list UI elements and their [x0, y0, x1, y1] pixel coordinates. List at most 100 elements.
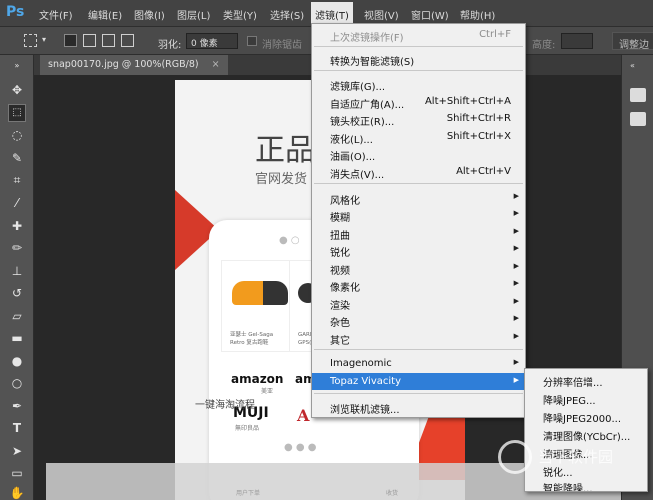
collapse-icon[interactable]: » [9, 58, 25, 74]
brand-logo: amazon [231, 372, 284, 386]
submenu-resolution-doubler[interactable]: 分辨率倍增... [525, 371, 647, 389]
add-to-selection-icon[interactable] [83, 34, 96, 47]
new-selection-icon[interactable] [64, 34, 77, 47]
menu-edit[interactable]: 编辑(E) [88, 7, 122, 22]
refine-edge-button[interactable]: 调整边 [612, 32, 653, 51]
menu-liquify[interactable]: 液化(L)... Shift+Ctrl+X [312, 128, 525, 146]
carousel-dots: ● ● ● [284, 442, 317, 453]
flow-step-label: 用户下单 [236, 490, 261, 497]
menu-topaz-vivacity[interactable]: Topaz Vivacity ▶ [312, 373, 525, 390]
dodge-tool-icon[interactable]: ○ [9, 375, 25, 391]
carousel-dots: ● ○ [279, 235, 300, 246]
menu-stylize[interactable]: 风格化 ▶ [312, 189, 525, 207]
menu-sharpen[interactable]: 锐化 ▶ [312, 241, 525, 259]
shoe-image [232, 281, 288, 305]
menu-filter[interactable]: 滤镜(T) [311, 2, 353, 25]
canvas-title: 正品 [255, 133, 315, 168]
menu-lens-correction[interactable]: 镜头校正(R)... Shift+Ctrl+R [312, 110, 525, 128]
brand-sub: 美亚 [261, 388, 274, 395]
menu-help[interactable]: 帮助(H) [460, 7, 495, 22]
watermark-logo-icon [498, 440, 532, 474]
menu-window[interactable]: 窗口(W) [411, 7, 449, 22]
menu-separator [314, 349, 523, 350]
menu-other[interactable]: 其它 ▶ [312, 329, 525, 347]
healing-brush-tool-icon[interactable]: ✚ [9, 218, 25, 234]
antialias-checkbox[interactable] [247, 36, 257, 46]
menu-distort[interactable]: 扭曲 ▶ [312, 224, 525, 242]
menu-blur[interactable]: 模糊 ▶ [312, 206, 525, 224]
submenu-arrow-icon: ▶ [513, 209, 519, 217]
brush-tool-icon[interactable]: ✏ [9, 240, 25, 256]
antialias-label: 消除锯齿 [262, 40, 302, 51]
crop-tool-icon[interactable]: ⌗ [9, 172, 25, 188]
menu-imagenomic[interactable]: Imagenomic ▶ [312, 355, 525, 372]
pen-tool-icon[interactable]: ✒ [9, 398, 25, 414]
close-icon[interactable]: × [212, 59, 220, 70]
brand-logo: A [297, 406, 310, 425]
clone-stamp-tool-icon[interactable]: ⊥ [9, 263, 25, 279]
menu-file[interactable]: 文件(F) [39, 7, 73, 22]
menu-separator [314, 46, 523, 47]
lasso-tool-icon[interactable]: ◌ [9, 127, 25, 143]
menu-pixelate[interactable]: 像素化 ▶ [312, 276, 525, 294]
menu-type[interactable]: 类型(Y) [223, 7, 257, 22]
move-tool-icon[interactable]: ✥ [9, 82, 25, 98]
canvas-subtitle: 官网发货 [255, 172, 308, 187]
collapse-icon[interactable]: « [630, 61, 646, 70]
menu-oil-paint[interactable]: 油画(O)... [312, 145, 525, 163]
blur-tool-icon[interactable]: ● [9, 353, 25, 369]
eraser-tool-icon[interactable]: ▱ [9, 308, 25, 324]
path-selection-tool-icon[interactable]: ➤ [9, 443, 25, 459]
menu-separator [314, 183, 523, 184]
brand-sub: 無印良品 [235, 425, 260, 432]
menu-convert-smart-filter[interactable]: 转换为智能滤镜(S) [312, 50, 525, 68]
submenu-smart-denoise[interactable]: 智能降噪... [525, 477, 647, 491]
flow-title: 一键海淘流程 [195, 400, 255, 411]
submenu-arrow-icon: ▶ [513, 314, 519, 322]
feather-input[interactable]: 0 像素 [186, 33, 238, 49]
menu-video[interactable]: 视频 ▶ [312, 259, 525, 277]
marquee-tool-icon[interactable]: ⬚ [8, 104, 26, 122]
subtract-from-selection-icon[interactable] [102, 34, 115, 47]
filter-menu: 上次滤镜操作(F) Ctrl+F 转换为智能滤镜(S) 滤镜库(G)... 自适应… [311, 23, 526, 418]
chevron-down-icon[interactable]: ▾ [42, 35, 46, 44]
product-text: 亚瑟士 Gel-Saga Retro 复古跑鞋 [230, 332, 274, 346]
menu-filter-gallery[interactable]: 滤镜库(G)... [312, 75, 525, 93]
submenu-arrow-icon: ▶ [513, 227, 519, 235]
gradient-tool-icon[interactable]: ▬ [9, 330, 25, 346]
menu-separator [314, 70, 523, 71]
type-tool-icon[interactable]: T [9, 420, 25, 436]
shape-tool-icon[interactable]: ▭ [9, 465, 25, 481]
submenu-arrow-icon: ▶ [513, 279, 519, 287]
menu-noise[interactable]: 杂色 ▶ [312, 311, 525, 329]
feather-label: 羽化: [158, 40, 182, 51]
intersect-selection-icon[interactable] [121, 34, 134, 47]
submenu-arrow-icon: ▶ [513, 192, 519, 200]
properties-panel-icon[interactable] [630, 112, 646, 126]
marquee-preset-icon[interactable] [24, 34, 37, 47]
menu-view[interactable]: 视图(V) [364, 7, 399, 22]
menu-select[interactable]: 选择(S) [270, 7, 304, 22]
menu-vanishing-point[interactable]: 消失点(V)... Alt+Ctrl+V [312, 163, 525, 181]
menu-last-filter[interactable]: 上次滤镜操作(F) Ctrl+F [312, 26, 525, 44]
submenu-arrow-icon: ▶ [513, 332, 519, 340]
menu-layer[interactable]: 图层(L) [177, 7, 210, 22]
eyedropper-tool-icon[interactable]: ⁄ [9, 195, 25, 211]
height-input[interactable] [561, 33, 593, 49]
document-tab[interactable]: snap00170.jpg @ 100%(RGB/8) × [40, 55, 228, 75]
watermark-text: 当下软件园 [538, 448, 614, 466]
menu-render[interactable]: 渲染 ▶ [312, 294, 525, 312]
photoshop-logo: Ps [6, 4, 25, 20]
submenu-denoise-jpeg[interactable]: 降噪JPEG... [525, 389, 647, 407]
submenu-arrow-icon: ▶ [513, 297, 519, 305]
submenu-denoise-jpeg2000[interactable]: 降噪JPEG2000... [525, 407, 647, 425]
menu-image[interactable]: 图像(I) [134, 7, 165, 22]
hand-tool-icon[interactable]: ✋ [9, 485, 25, 500]
histogram-panel-icon[interactable] [630, 88, 646, 102]
submenu-arrow-icon: ▶ [513, 376, 519, 384]
quick-select-tool-icon[interactable]: ✎ [9, 150, 25, 166]
menu-browse-online-filters[interactable]: 浏览联机滤镜... [312, 398, 525, 416]
history-brush-tool-icon[interactable]: ↺ [9, 285, 25, 301]
menu-adaptive-wide-angle[interactable]: 自适应广角(A)... Alt+Shift+Ctrl+A [312, 93, 525, 111]
watermark: 当下软件园 [498, 438, 648, 478]
